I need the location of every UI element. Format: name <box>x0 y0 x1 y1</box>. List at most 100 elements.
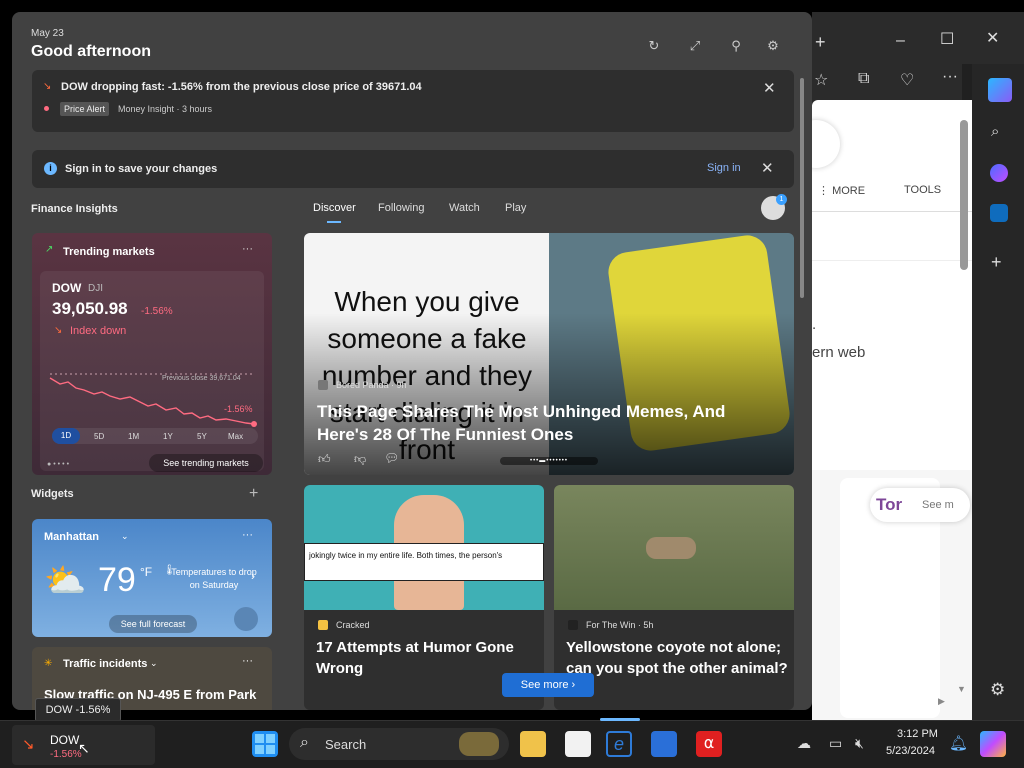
volume-muted-icon[interactable]: 🔇︎ <box>855 735 864 752</box>
taskbar-search[interactable]: ⌕ Search <box>289 728 509 760</box>
price-alert-card[interactable]: ↘ DOW dropping fast: -1.56% from the pre… <box>32 70 794 132</box>
display-icon[interactable]: ▭ <box>829 735 842 752</box>
range-5y[interactable]: 5Y <box>197 432 207 441</box>
notepad-icon[interactable] <box>565 731 591 757</box>
copilot-pro-icon[interactable] <box>980 731 1006 757</box>
tab-discover[interactable]: Discover <box>313 202 356 214</box>
chevron-down-icon[interactable]: ⌄ <box>121 531 129 542</box>
new-tab-icon[interactable]: + <box>815 32 826 53</box>
quote-change: -1.56% <box>141 306 173 317</box>
pin-icon[interactable]: ⚲ <box>728 38 744 54</box>
more-options-icon[interactable]: ··· <box>942 68 958 86</box>
trend-down-icon: ↘ <box>54 325 63 336</box>
search-icon: ⌕ <box>300 734 309 751</box>
weather-widget[interactable]: Manhattan ⌄ ··· ⛅ 79 °F 🌡 Temperatures t… <box>32 519 272 637</box>
source-logo-icon <box>568 620 578 630</box>
add-widget-icon[interactable]: + <box>249 485 258 503</box>
ticker-change: -1.56% <box>50 749 82 760</box>
browser-essentials-icon[interactable]: ♡ <box>900 70 914 90</box>
outlook-icon[interactable] <box>990 204 1008 222</box>
see-more-button[interactable]: See more › <box>502 673 594 697</box>
trending-markets-widget[interactable]: ↗ Trending markets ··· DOW DJI 39,050.98… <box>32 233 272 475</box>
card-title[interactable]: 17 Attempts at Humor Gone Wrong <box>316 637 532 679</box>
market-quote-card[interactable]: DOW DJI 39,050.98 -1.56% ↘ Index down Pr… <box>40 271 264 471</box>
gear-icon[interactable]: ⚙ <box>990 680 1005 700</box>
start-button[interactable] <box>252 731 278 757</box>
traffic-icon: ✳ <box>44 658 53 669</box>
page-more-label: MORE <box>832 185 866 197</box>
page-partial-text: ern web <box>812 344 866 361</box>
range-1y[interactable]: 1Y <box>163 432 173 441</box>
info-icon: i <box>44 162 57 175</box>
widgets-title: Widgets <box>31 488 74 500</box>
copilot-designer-icon[interactable] <box>990 164 1008 182</box>
price-line <box>49 377 255 425</box>
tor-suggestion-text: See m <box>922 499 954 511</box>
panel-scrollbar[interactable] <box>800 78 804 298</box>
page-scrollbar-thumb[interactable] <box>960 120 968 270</box>
signin-banner: i Sign in to save your changes Sign in ✕ <box>32 150 794 188</box>
card-title[interactable]: Yellowstone coyote not alone; can you sp… <box>566 637 790 679</box>
search-icon[interactable]: ⌕ <box>991 123 999 140</box>
more-options-icon[interactable]: ··· <box>242 655 253 667</box>
range-max[interactable]: Max <box>228 432 243 441</box>
close-icon[interactable]: ✕ <box>761 159 774 177</box>
network-off-icon[interactable]: ☁ <box>797 735 811 752</box>
more-options-icon[interactable]: ··· <box>242 529 253 541</box>
search-label: Search <box>325 737 367 752</box>
refresh-icon[interactable]: ↻ <box>646 38 662 54</box>
chevron-down-icon[interactable]: ⌄ <box>150 658 158 669</box>
clock-time[interactable]: 3:12 PM <box>897 728 938 740</box>
finance-insights-title: Finance Insights <box>31 203 118 215</box>
carousel-dots[interactable]: •••▬••••••• <box>500 457 598 465</box>
browser-page: ⋮ MORE TOOLS . ern web Tor See m ▶ ▼ <box>792 100 972 720</box>
trending-icon: ↗ <box>45 244 54 255</box>
favorites-icon[interactable]: ☆ <box>814 70 828 90</box>
gear-icon[interactable]: ⚙ <box>765 38 781 54</box>
store-icon[interactable] <box>651 731 677 757</box>
weather-city[interactable]: Manhattan <box>44 531 99 543</box>
tab-watch[interactable]: Watch <box>449 202 480 214</box>
acrobat-icon[interactable]: ⍺ <box>696 731 722 757</box>
file-explorer-icon[interactable] <box>520 731 546 757</box>
comment-icon[interactable]: 💬︎ <box>384 451 399 465</box>
close-icon[interactable]: ✕ <box>763 79 776 97</box>
greeting-title: Good afternoon <box>31 43 151 60</box>
range-1d[interactable]: 1D <box>52 428 80 444</box>
signin-button[interactable]: Sign in <box>707 162 741 174</box>
like-icon[interactable]: 👍︎ <box>318 452 331 467</box>
hero-title[interactable]: This Page Shares The Most Unhinged Memes… <box>317 400 777 446</box>
minimize-icon[interactable]: – <box>896 32 905 50</box>
internet-explorer-icon[interactable]: e <box>606 731 632 757</box>
maximize-icon[interactable]: ☐ <box>940 29 954 49</box>
see-trending-markets-button[interactable]: See trending markets <box>149 454 263 472</box>
scroll-right-icon[interactable]: ▶ <box>938 696 945 707</box>
avatar[interactable]: 1 <box>761 194 787 220</box>
add-sidebar-icon[interactable]: + <box>991 252 1002 273</box>
browser-sidebar: ⌕ + ⚙ <box>972 64 1024 720</box>
tab-play[interactable]: Play <box>505 202 526 214</box>
expand-icon[interactable]: ⤢ <box>687 38 703 54</box>
copilot-icon[interactable] <box>988 78 1012 102</box>
range-5d[interactable]: 5D <box>94 432 104 441</box>
collections-icon[interactable]: ⧉ <box>858 70 869 88</box>
more-options-icon[interactable]: ··· <box>242 243 253 255</box>
taskbar: ↘ DOW -1.56% ↖ <box>0 720 1024 768</box>
card-image <box>554 485 794 610</box>
tor-suggestion[interactable]: Tor See m <box>870 488 970 522</box>
carousel-dots[interactable]: ●•••• <box>47 461 71 468</box>
weather-avatar-icon[interactable] <box>234 607 258 631</box>
notification-bell-icon[interactable]: 🔔︎ <box>949 734 968 752</box>
range-1m[interactable]: 1M <box>128 432 139 441</box>
hero-news-card[interactable]: When you give someone a fake number and … <box>304 233 794 475</box>
clock-date[interactable]: 5/23/2024 <box>886 745 935 757</box>
dislike-icon[interactable]: 👎︎ <box>354 452 366 467</box>
chevron-right-icon[interactable]: › <box>251 569 255 583</box>
close-window-icon[interactable]: ✕ <box>986 28 999 48</box>
see-full-forecast-button[interactable]: See full forecast <box>109 615 197 633</box>
tab-following[interactable]: Following <box>378 202 424 214</box>
page-tools-tab[interactable]: TOOLS <box>904 184 941 196</box>
page-more-tab[interactable]: ⋮ MORE <box>818 184 865 197</box>
card-image: jokingly twice in my entire life. Both t… <box>304 485 544 610</box>
scroll-down-icon[interactable]: ▼ <box>957 684 966 694</box>
